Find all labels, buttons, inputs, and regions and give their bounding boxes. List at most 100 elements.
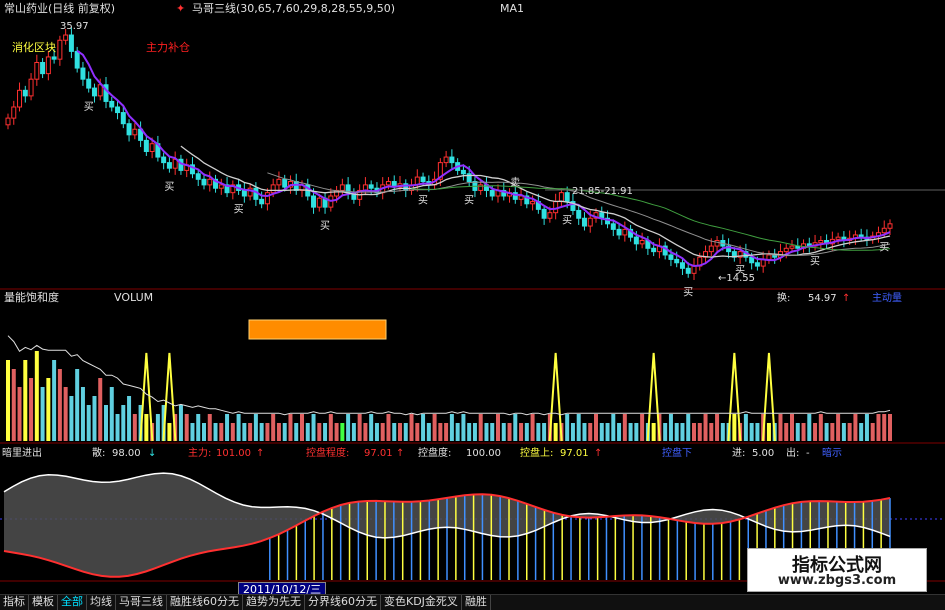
- candle-body: [530, 201, 536, 205]
- candle-body: [161, 156, 167, 164]
- volume-bar: [582, 423, 587, 441]
- chu-value: -: [806, 448, 810, 459]
- volume-bar: [75, 369, 80, 441]
- candle-body: [34, 62, 40, 80]
- candle-body: [754, 262, 760, 267]
- bottom-tab-8[interactable]: 变色KDJ金死叉: [381, 595, 462, 610]
- volume-bar: [882, 414, 887, 441]
- volume-bar: [634, 423, 639, 441]
- volume-bar: [340, 423, 345, 441]
- san-label: 散:: [92, 446, 105, 459]
- volume-bar: [790, 414, 794, 441]
- bottom-panel-name: 暗里进出: [2, 446, 42, 459]
- candle-body: [63, 34, 69, 41]
- volume-bar: [438, 423, 443, 441]
- low-price-label: ←14.55: [718, 273, 755, 284]
- volume-bar: [784, 423, 789, 441]
- bottom-tab-4[interactable]: 马哥三线: [116, 595, 167, 610]
- volume-bar: [11, 369, 16, 441]
- candle-body: [22, 89, 28, 97]
- volume-bar: [259, 423, 264, 441]
- indicator-arrow-icon: ✦: [176, 2, 185, 15]
- candle-body: [633, 236, 639, 245]
- volume-bar: [282, 423, 287, 441]
- candle-body: [17, 89, 23, 108]
- candle-body: [783, 247, 789, 253]
- bottom-tab-6[interactable]: 趋势为先无: [243, 595, 305, 610]
- volume-bar: [720, 423, 725, 441]
- volume-bar: [836, 414, 841, 441]
- candle-body: [489, 189, 495, 197]
- volume-bar: [421, 414, 426, 441]
- volume-bar: [398, 423, 402, 441]
- candle-body: [679, 262, 685, 269]
- volume-bar: [80, 387, 85, 441]
- bottom-tab-0[interactable]: 指标: [0, 595, 29, 610]
- volume-bar: [334, 423, 339, 441]
- candle-body: [293, 181, 299, 191]
- bottom-tab-2[interactable]: 全部: [58, 595, 87, 610]
- volume-bar: [132, 414, 137, 441]
- volume-bar: [847, 423, 852, 441]
- candle-body: [207, 178, 213, 186]
- zhuli-label: 主力:: [188, 446, 211, 459]
- volume-bar: [230, 423, 235, 441]
- volume-bar: [184, 414, 189, 441]
- volume-bar: [374, 423, 379, 441]
- volume-bar: [743, 414, 748, 441]
- bottom-tab-3[interactable]: 均线: [87, 595, 116, 610]
- candle-body: [789, 245, 795, 249]
- stock-title: 常山药业(日线 前复权): [4, 1, 115, 15]
- chart-canvas[interactable]: 买买买买买 买卖买买买买买 常山药业(日线 前复权) ✦ 马哥三线(30,65,7…: [0, 0, 945, 594]
- bottom-tab-7[interactable]: 分界线60分无: [305, 595, 381, 610]
- volume-bar: [300, 414, 304, 441]
- volume-bar: [795, 423, 800, 441]
- volume-bar: [86, 405, 91, 441]
- volume-bar: [363, 423, 368, 441]
- candle-body: [714, 240, 720, 247]
- candle-body: [835, 236, 841, 240]
- volume-bar: [859, 423, 864, 441]
- signal-label: 买: [683, 286, 693, 298]
- candle-body: [385, 181, 391, 186]
- candle-body: [109, 100, 115, 108]
- candle-body: [80, 67, 86, 80]
- candle-body: [120, 112, 126, 125]
- volume-bar: [115, 414, 120, 441]
- candle-body: [276, 178, 282, 186]
- indicator-name[interactable]: 马哥三线(30,65,7,60,29,8,28,55,9,50): [192, 1, 395, 15]
- kongpandu-value: 100.00: [466, 448, 501, 459]
- chart-window[interactable]: 买买买买买买卖买买买买买 常山药业(日线 前复权) ✦ 马哥三线(30,65,7…: [0, 0, 945, 610]
- candle-body: [685, 267, 691, 274]
- candle-body: [749, 256, 755, 264]
- candle-body: [766, 254, 772, 260]
- volume-bar: [697, 423, 702, 441]
- volume-bar: [155, 414, 160, 441]
- volume-bar: [29, 378, 34, 441]
- candle-body: [564, 192, 570, 203]
- chu-label: 出:: [786, 446, 799, 459]
- volume-bar: [818, 414, 823, 441]
- candle-body: [622, 228, 628, 236]
- volume-bar: [178, 405, 183, 441]
- bottom-tab-1[interactable]: 模板: [29, 595, 58, 610]
- volume-bar: [605, 423, 610, 441]
- candle-body: [818, 240, 824, 244]
- turnover-value: 54.97: [808, 293, 837, 304]
- volume-bar: [478, 414, 483, 441]
- kongpanxia-label: 控盘下: [662, 446, 692, 459]
- candle-body: [610, 223, 616, 230]
- bottom-tab-9[interactable]: 融胜: [462, 595, 491, 610]
- volume-bar: [213, 423, 218, 441]
- candle-body: [270, 184, 276, 194]
- jin-value: 5.00: [752, 448, 774, 459]
- volume-bar: [813, 423, 818, 441]
- signal-label: 买: [84, 101, 94, 113]
- volume-bar: [628, 423, 633, 441]
- volume-bar: [467, 423, 472, 441]
- volume-bar: [225, 414, 230, 441]
- bottom-tab-5[interactable]: 融胜线60分无: [167, 595, 243, 610]
- san-arrow-icon: ↓: [148, 448, 156, 459]
- candle-body: [443, 156, 449, 164]
- candle-body: [5, 117, 11, 126]
